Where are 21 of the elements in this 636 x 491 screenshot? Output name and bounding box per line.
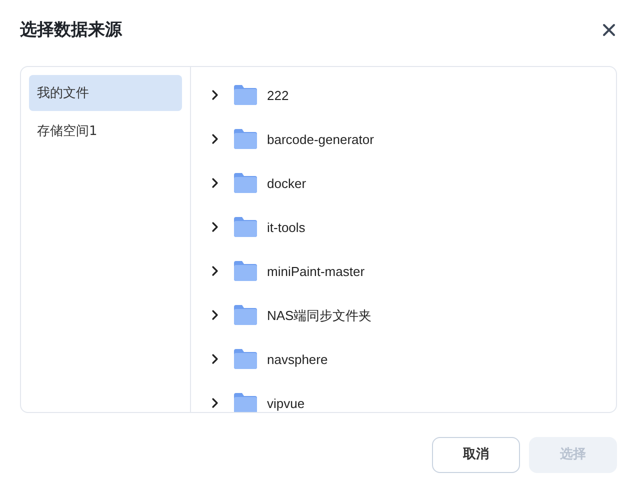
folder-icon: [234, 173, 257, 194]
close-button[interactable]: [601, 22, 617, 38]
sidebar-item[interactable]: 存储空间1: [29, 113, 182, 150]
folder-name[interactable]: navsphere: [267, 350, 328, 370]
folder-name[interactable]: vipvue: [267, 394, 305, 412]
folder-icon: [234, 85, 257, 106]
folder-name[interactable]: 222: [267, 86, 289, 106]
folder-icon: [234, 349, 257, 370]
folder-icon: [234, 393, 257, 412]
folder-name[interactable]: it-tools: [267, 218, 306, 238]
dialog-title: 选择数据来源: [20, 20, 122, 40]
folder-name[interactable]: miniPaint-master: [267, 262, 365, 282]
folder-icon: [234, 261, 257, 282]
folder-icon: [234, 217, 257, 238]
cancel-button[interactable]: 取消: [432, 437, 520, 473]
folder-name[interactable]: docker: [267, 174, 306, 194]
folder-icon: [234, 305, 257, 326]
folder-name[interactable]: barcode-generator: [267, 130, 374, 150]
folder-icon: [234, 129, 257, 150]
sidebar-item[interactable]: 我的文件: [29, 75, 182, 112]
folder-name[interactable]: NAS端同步文件夹: [267, 306, 372, 326]
